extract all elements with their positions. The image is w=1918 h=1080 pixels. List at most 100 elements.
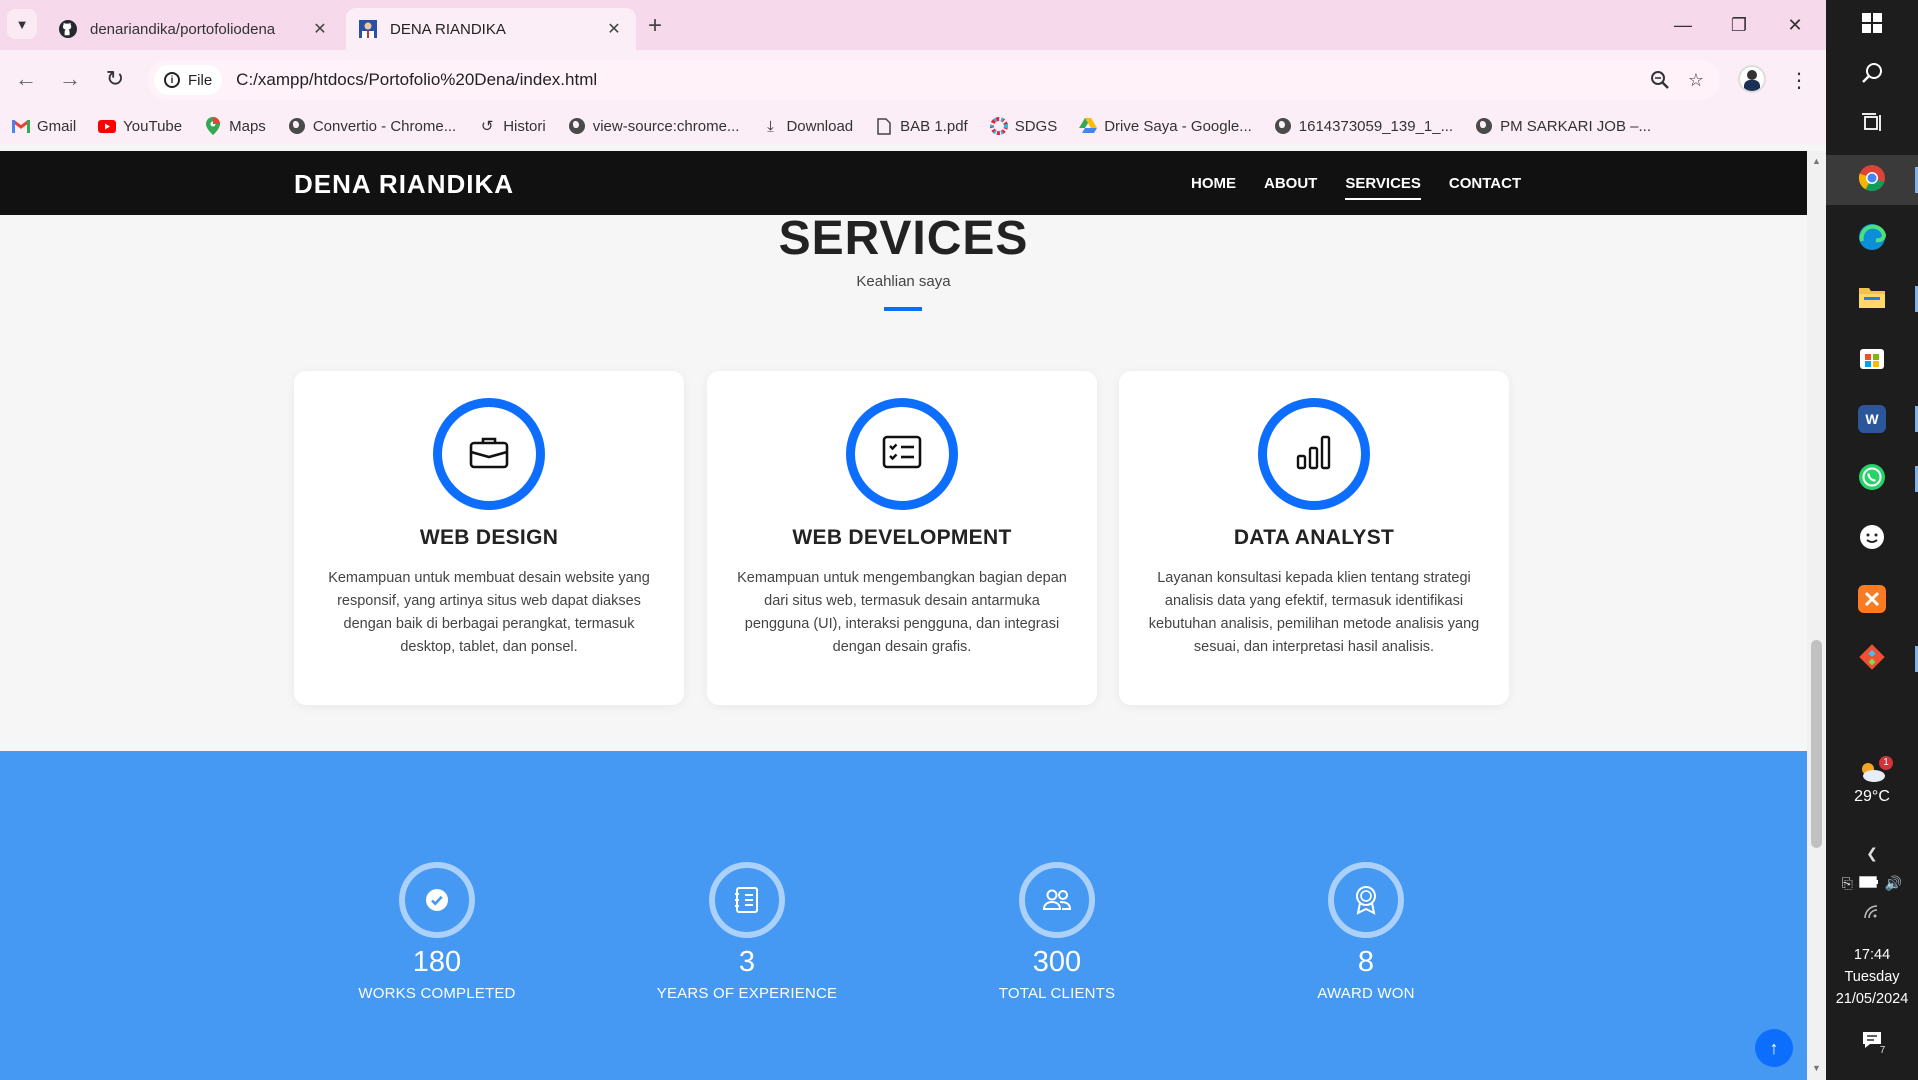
clock[interactable]: 17:44 Tuesday 21/05/2024 (1826, 944, 1918, 1010)
scrollbar-thumb[interactable] (1811, 640, 1822, 848)
service-icon-ring (846, 398, 958, 510)
nav-contact[interactable]: CONTACT (1449, 175, 1521, 192)
profile-photo-icon (358, 19, 378, 39)
bookmark-bab1-pdf[interactable]: BAB 1.pdf (875, 117, 968, 135)
bookmark-sdgs[interactable]: SDGS (989, 117, 1058, 135)
page-scrollbar[interactable]: ▲ ▼ (1807, 151, 1826, 1080)
bookmark-pm-sarkari-job[interactable]: PM SARKARI JOB –... (1475, 117, 1651, 135)
bookmark-label: 1614373059_139_1_... (1298, 117, 1454, 135)
back-to-top-button[interactable]: ↑ (1755, 1029, 1793, 1067)
taskbar-app-xampp[interactable] (1826, 574, 1918, 624)
taskbar-app-file-explorer[interactable] (1826, 274, 1918, 324)
site-info-chip[interactable]: i File (154, 65, 223, 95)
url-text[interactable]: C:/xampp/htdocs/Portofolio%20Dena/index.… (236, 70, 1642, 90)
browser-menu-button[interactable]: ⋮ (1784, 65, 1814, 95)
nav-home[interactable]: HOME (1191, 175, 1236, 192)
start-button[interactable] (1826, 0, 1918, 50)
service-title: WEB DEVELOPMENT (792, 526, 1012, 549)
taskbar-app-git[interactable] (1826, 634, 1918, 684)
close-window-button[interactable]: ✕ (1772, 10, 1818, 40)
notification-center-button[interactable]: 7 (1826, 1030, 1918, 1057)
drive-icon (1079, 117, 1098, 135)
battery-icon[interactable] (1859, 875, 1879, 892)
taskbar-app-store[interactable] (1826, 334, 1918, 384)
bookmark-1614373059[interactable]: 1614373059_139_1_... (1274, 117, 1453, 135)
new-tab-button[interactable]: + (648, 12, 662, 40)
restore-icon: ❐ (1730, 14, 1748, 35)
taskbar-app-word[interactable]: W (1826, 394, 1918, 444)
service-title: DATA ANALYST (1233, 526, 1395, 549)
search-icon (1860, 61, 1884, 90)
emoji-icon (1859, 524, 1885, 555)
reload-icon: ↻ (105, 66, 125, 91)
xampp-icon (1858, 585, 1886, 613)
close-icon[interactable]: ✕ (604, 19, 624, 39)
bookmark-convertio[interactable]: Convertio - Chrome... (288, 117, 456, 135)
nav-about[interactable]: ABOUT (1264, 175, 1317, 192)
scroll-up-icon[interactable]: ▲ (1807, 156, 1826, 166)
bookmark-star-icon[interactable]: ☆ (1678, 62, 1714, 98)
bookmark-youtube[interactable]: YouTube (98, 117, 182, 135)
service-description: Kemampuan untuk membuat desain website y… (328, 570, 650, 655)
journal-icon (727, 880, 767, 920)
search-button[interactable] (1826, 50, 1918, 100)
bookmark-maps[interactable]: Maps (204, 117, 266, 135)
service-icon-ring (1258, 398, 1370, 510)
weather-widget[interactable]: 1 29°C (1826, 756, 1918, 806)
task-view-button[interactable] (1826, 100, 1918, 150)
tab-search-button[interactable]: ▼ (7, 9, 37, 39)
profile-avatar[interactable] (1738, 65, 1766, 93)
weather-cloud-icon: 1 (1857, 756, 1893, 786)
chrome-icon (1858, 164, 1886, 197)
browser-window: ▼ denariandika/portofoliodena ✕ DENA RIA… (0, 0, 1826, 1080)
counter-icon-ring (1328, 862, 1404, 938)
check-icon (417, 880, 457, 920)
taskbar-app-whatsapp[interactable] (1826, 454, 1918, 504)
tab-dena-riandika[interactable]: DENA RIANDIKA ✕ (346, 8, 636, 50)
counter-label: WORKS COMPLETED (358, 985, 516, 1002)
device-icon[interactable]: ⎘ (1842, 875, 1853, 892)
bookmark-gmail[interactable]: Gmail (12, 117, 76, 135)
system-tray: ⎘ 🔊 (1826, 875, 1918, 892)
site-brand[interactable]: DENA RIANDIKA (294, 169, 514, 200)
bookmark-download[interactable]: ⤓ Download (761, 117, 853, 135)
bookmark-label: SDGS (1014, 117, 1058, 135)
whatsapp-icon (1858, 463, 1886, 496)
back-button[interactable]: ← (10, 63, 42, 95)
address-bar[interactable]: i File C:/xampp/htdocs/Portofolio%20Dena… (148, 60, 1720, 100)
close-icon[interactable]: ✕ (310, 19, 330, 39)
reload-button[interactable]: ↻ (99, 63, 131, 95)
taskbar-app-edge[interactable] (1826, 214, 1918, 264)
wifi-icon (1863, 905, 1881, 922)
taskbar-app-chrome[interactable] (1826, 155, 1918, 205)
bookmark-histori[interactable]: ↺ Histori (478, 117, 546, 136)
gmail-icon (12, 117, 30, 135)
bookmark-label: view-source:chrome... (592, 117, 740, 135)
store-icon (1859, 344, 1885, 375)
counter-years-experience: 3 YEARS OF EXPERIENCE (617, 862, 877, 1002)
scroll-down-icon[interactable]: ▼ (1807, 1063, 1826, 1073)
nav-services[interactable]: SERVICES (1345, 175, 1421, 200)
bookmark-drive[interactable]: Drive Saya - Google... (1079, 117, 1252, 135)
youtube-icon (98, 117, 117, 135)
volume-icon[interactable]: 🔊 (1885, 875, 1902, 892)
tab-strip: ▼ denariandika/portofoliodena ✕ DENA RIA… (0, 0, 1826, 50)
wifi-button[interactable] (1826, 905, 1918, 922)
word-icon: W (1858, 405, 1886, 433)
site-menu: HOME ABOUT SERVICES CONTACT (1191, 175, 1549, 200)
counter-label: YEARS OF EXPERIENCE (656, 985, 838, 1002)
taskbar-app-emoji[interactable] (1826, 514, 1918, 564)
forward-button[interactable]: → (54, 63, 86, 95)
tray-overflow-button[interactable]: ❮ (1826, 845, 1918, 862)
site-navbar: DENA RIANDIKA HOME ABOUT SERVICES CONTAC… (0, 151, 1807, 215)
service-card-data-analyst: DATA ANALYST Layanan konsultasi kepada k… (1119, 371, 1509, 705)
zoom-icon[interactable] (1642, 62, 1678, 98)
minimize-button[interactable]: — (1660, 10, 1706, 40)
bookmark-view-source[interactable]: view-source:chrome... (568, 117, 740, 135)
restore-button[interactable]: ❐ (1716, 10, 1762, 40)
services-section: SERVICES Keahlian saya WEB DESIGN Kemamp… (0, 215, 1807, 751)
counter-icon-ring (399, 862, 475, 938)
maps-icon (204, 117, 222, 135)
tab-github[interactable]: denariandika/portofoliodena ✕ (46, 8, 342, 50)
task-view-icon (1861, 112, 1883, 138)
